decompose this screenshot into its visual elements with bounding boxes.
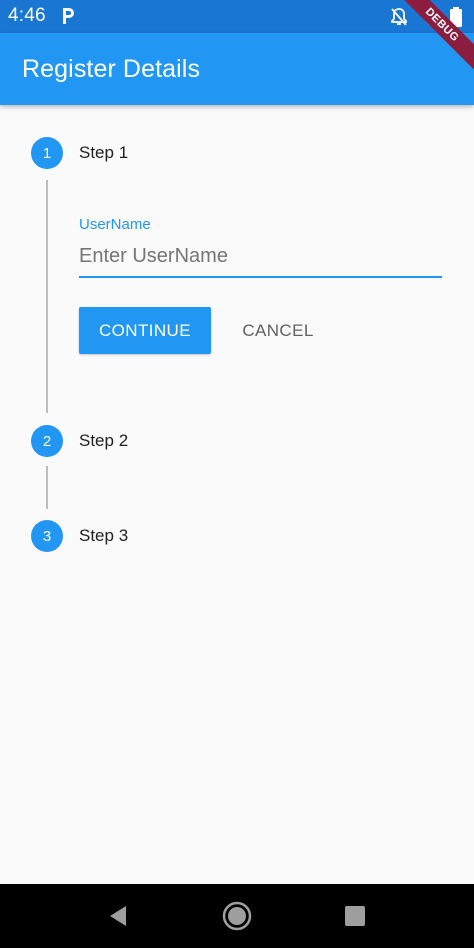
step-connector-2 [46, 466, 48, 509]
parking-icon [60, 6, 76, 26]
status-bar: 4:46 [0, 0, 474, 33]
username-field-underline [79, 276, 442, 278]
back-icon[interactable] [108, 905, 128, 932]
home-icon[interactable] [222, 901, 252, 936]
recent-apps-icon[interactable] [345, 906, 365, 926]
step-3-label[interactable]: Step 3 [79, 526, 128, 546]
step-2-indicator[interactable]: 2 [31, 425, 63, 457]
step-1-number: 1 [42, 144, 52, 162]
step-1-indicator[interactable]: 1 [31, 137, 63, 169]
username-field-label: UserName [79, 216, 151, 233]
step-2-number: 2 [42, 432, 52, 450]
step-2-label[interactable]: Step 2 [79, 431, 128, 451]
username-input[interactable] [79, 236, 442, 276]
step-3-number: 3 [42, 527, 52, 545]
app-bar: Register Details [0, 33, 474, 105]
step-1-label[interactable]: Step 1 [79, 143, 128, 163]
navigation-bar [0, 884, 474, 948]
continue-button[interactable]: CONTINUE [79, 307, 211, 354]
cancel-button[interactable]: CANCEL [228, 307, 328, 354]
notifications-off-icon [390, 7, 408, 32]
step-connector-1 [46, 180, 48, 413]
step-3-indicator[interactable]: 3 [31, 520, 63, 552]
screen: 4:46 DEBUG Register Details 1 Step 1 Use… [0, 0, 474, 948]
page-title: Register Details [22, 55, 201, 83]
status-time: 4:46 [8, 5, 46, 26]
